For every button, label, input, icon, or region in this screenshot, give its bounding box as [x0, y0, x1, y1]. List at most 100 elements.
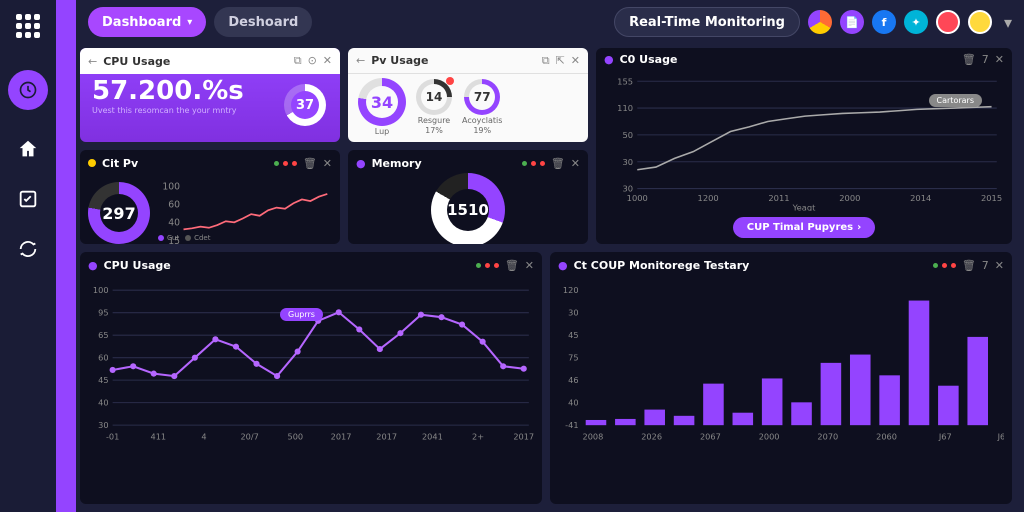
svg-text:Yeagt: Yeagt: [792, 202, 816, 211]
home-icon[interactable]: [17, 138, 39, 160]
trash-icon[interactable]: 🗑: [505, 259, 519, 272]
close-icon[interactable]: ✕: [995, 259, 1004, 272]
svg-text:2017: 2017: [331, 431, 352, 441]
svg-text:411: 411: [151, 431, 167, 441]
clock-icon[interactable]: [8, 70, 48, 110]
avatar-1[interactable]: [936, 10, 960, 34]
svg-text:4: 4: [201, 431, 206, 441]
svg-text:30: 30: [98, 420, 108, 430]
doc-icon[interactable]: 📄: [840, 10, 864, 34]
legend-item: Cut: [158, 234, 179, 242]
svg-text:46: 46: [568, 375, 578, 385]
svg-text:2070: 2070: [817, 431, 838, 441]
alert-dot-icon: [446, 77, 454, 85]
dot-icon: ●: [558, 259, 568, 272]
trash-icon[interactable]: 🗑: [551, 157, 565, 170]
checklist-icon[interactable]: [17, 188, 39, 210]
cpu-bar-chart: 1203045754640-41200820262067200020702060…: [554, 282, 1004, 446]
card-title: Pv Usage: [371, 54, 535, 67]
svg-text:65: 65: [98, 330, 108, 340]
ckpv-donut: 297: [88, 182, 150, 244]
dot-icon: ●: [88, 259, 98, 272]
svg-text:30: 30: [622, 156, 633, 166]
dot-icon: ●: [604, 53, 614, 66]
svg-text:75: 75: [568, 353, 578, 363]
close-icon[interactable]: ✕: [571, 54, 580, 68]
svg-text:1000: 1000: [627, 193, 648, 203]
svg-text:2026: 2026: [641, 431, 662, 441]
svg-text:120: 120: [563, 285, 579, 295]
close-icon[interactable]: ✕: [995, 53, 1004, 66]
cpu-usage-mini-card: ← CPU Usage ⧉⊙✕ 57.200.%s Uvest this res…: [80, 48, 340, 142]
svg-text:40: 40: [168, 218, 180, 229]
close-icon[interactable]: ✕: [323, 157, 332, 170]
copy-icon[interactable]: ⧉: [542, 54, 550, 68]
trash-icon[interactable]: 🗑: [303, 157, 317, 170]
chevron-down-icon: ▾: [187, 17, 192, 28]
pv-label: Resgure: [418, 116, 450, 125]
card-title: Memory: [372, 157, 516, 170]
avatar-2[interactable]: [968, 10, 992, 34]
trash-icon[interactable]: 🗑: [962, 53, 976, 66]
apps-grid-icon[interactable]: [16, 14, 40, 38]
svg-text:2008: 2008: [583, 431, 604, 441]
close-icon[interactable]: ✕: [323, 54, 332, 68]
svg-text:2014: 2014: [910, 193, 931, 203]
realtime-monitoring-button[interactable]: Real-Time Monitoring: [614, 7, 800, 37]
chart-annotation: Guprrs: [280, 308, 323, 321]
dot-icon: ●: [356, 157, 366, 170]
legend-item: Cdet: [185, 234, 210, 242]
svg-text:110: 110: [617, 103, 633, 113]
copy-icon[interactable]: ⧉: [294, 54, 302, 68]
svg-text:J67: J67: [997, 431, 1004, 441]
svg-text:-41: -41: [565, 420, 578, 430]
pv-pct: 17%: [425, 126, 443, 135]
pie-icon[interactable]: [808, 10, 832, 34]
refresh-icon[interactable]: [17, 238, 39, 260]
usage-big-card: ● C0 Usage 🗑7✕ 1551105030301000120020112…: [596, 48, 1012, 244]
close-icon[interactable]: ✕: [571, 157, 580, 170]
facebook-icon[interactable]: f: [872, 10, 896, 34]
cup-timal-button[interactable]: CUP Timal Pupyres ›: [733, 217, 876, 238]
svg-text:-01: -01: [106, 431, 119, 441]
pv-main-ring: 34: [358, 78, 406, 126]
svg-text:J67: J67: [938, 431, 952, 441]
svg-text:40: 40: [568, 398, 578, 408]
svg-text:2015: 2015: [981, 193, 1002, 203]
svg-text:2011: 2011: [768, 193, 789, 203]
memory-card: ● Memory 🗑✕ 1510: [348, 150, 588, 244]
card-title: C0 Usage: [620, 53, 956, 66]
svg-text:2041: 2041: [422, 431, 443, 441]
pv-usage-card: ← Pv Usage ⧉⇱✕ 34 Lup 14 Resgure 17%: [348, 48, 588, 142]
dashboard-tab[interactable]: Deshoard: [214, 7, 312, 37]
svg-text:45: 45: [568, 330, 578, 340]
svg-text:95: 95: [98, 308, 108, 318]
svg-text:40: 40: [98, 398, 108, 408]
card-title: Ct COUP Monitorege Testary: [574, 259, 927, 272]
svg-text:2017: 2017: [376, 431, 397, 441]
svg-text:2000: 2000: [839, 193, 860, 203]
pv-main-label: Lup: [375, 127, 389, 136]
settings-icon[interactable]: ⊙: [308, 54, 317, 68]
svg-text:2+: 2+: [472, 431, 484, 441]
close-icon[interactable]: ✕: [525, 259, 534, 272]
trash-icon[interactable]: 🗑: [962, 259, 976, 272]
card-title: CPU Usage: [103, 55, 287, 68]
ckpv-card: Cit Pv 🗑✕ 297 1006040150.10024/728/415/4…: [80, 150, 340, 244]
svg-text:2060: 2060: [876, 431, 897, 441]
svg-text:1200: 1200: [698, 193, 719, 203]
pv-ring-3: 77: [464, 79, 500, 115]
svg-text:50: 50: [622, 130, 633, 140]
cpu-line-chart: 100956560454030-01411420/750020172017204…: [84, 282, 534, 446]
svg-text:2000: 2000: [759, 431, 780, 441]
chevron-down-icon[interactable]: ▾: [1004, 13, 1012, 32]
pv-label: Acoyclatis: [462, 116, 502, 125]
popout-icon[interactable]: ⇱: [556, 54, 565, 68]
cpu-ring: 37: [284, 84, 326, 126]
cpu-bar-card: ● Ct COUP Monitorege Testary 🗑7✕ 1203045…: [550, 252, 1012, 504]
dashboard-dropdown[interactable]: Dashboard▾: [88, 7, 206, 37]
star-icon[interactable]: ✦: [904, 10, 928, 34]
cpu-usage-line-card: ● CPU Usage 🗑✕ 100956560454030-01411420/…: [80, 252, 542, 504]
back-icon[interactable]: ←: [88, 55, 97, 68]
back-icon[interactable]: ←: [356, 54, 365, 67]
